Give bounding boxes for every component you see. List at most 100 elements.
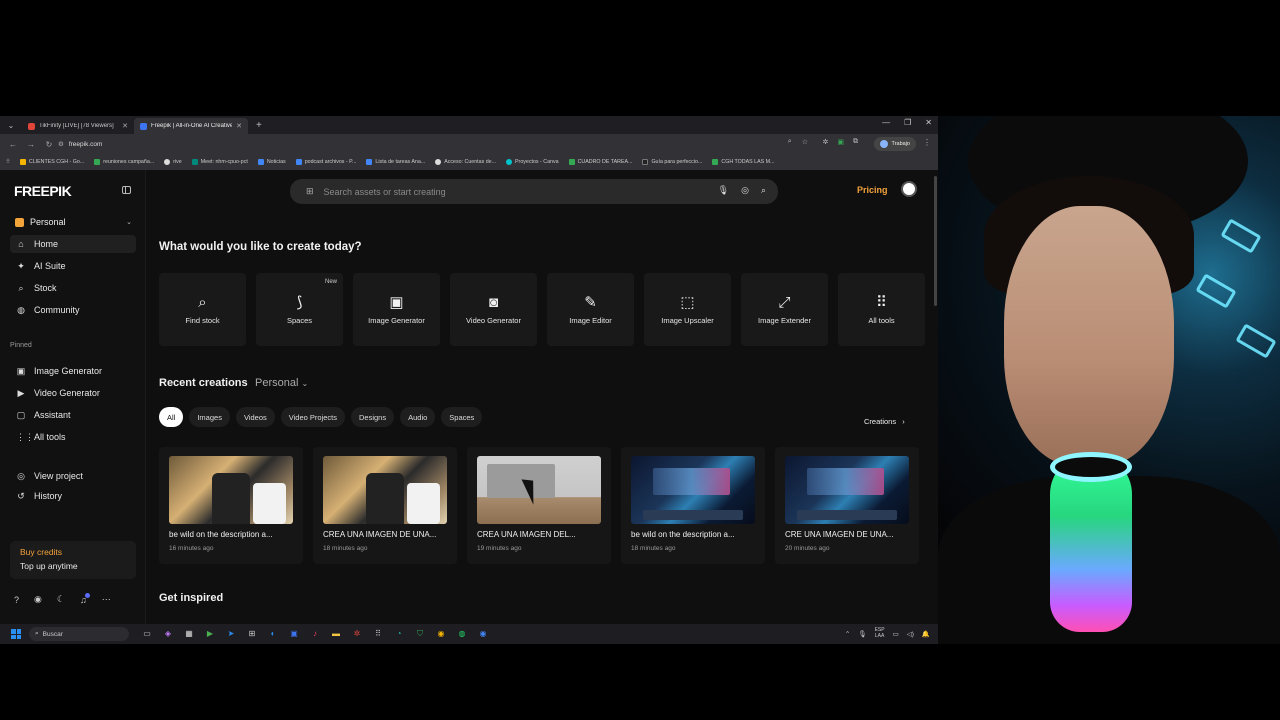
- bookmark-item[interactable]: Noticias: [257, 159, 286, 165]
- app-icon[interactable]: ◐: [267, 629, 279, 639]
- sidebar-item-history[interactable]: ↺ History: [10, 487, 136, 505]
- tool-image-extender[interactable]: ⤢ Image Extender: [741, 273, 828, 346]
- creation-card[interactable]: CREA UNA IMAGEN DEL... 19 minutes ago: [467, 447, 611, 564]
- app-icon[interactable]: ✲: [351, 629, 363, 639]
- sidebar-item-ai-suite[interactable]: ✦ AI Suite: [10, 257, 136, 275]
- bookmark-item[interactable]: Lista de tareas Ana...: [366, 159, 425, 165]
- recent-scope-dropdown[interactable]: Personal ⌄: [255, 377, 308, 389]
- tool-image-editor[interactable]: ✎ Image Editor: [547, 273, 634, 346]
- tool-find-stock[interactable]: ⌕ Find stock: [159, 273, 246, 346]
- volume-icon[interactable]: ◁): [907, 630, 914, 638]
- puzzle-icon[interactable]: ⧉: [853, 138, 858, 146]
- microphone-icon[interactable]: 🎙: [718, 185, 729, 196]
- back-icon[interactable]: ←: [8, 140, 18, 149]
- creation-thumbnail[interactable]: [631, 456, 755, 524]
- creation-thumbnail[interactable]: [477, 456, 601, 524]
- buy-credits-card[interactable]: Buy credits Top up anytime: [10, 541, 136, 579]
- windows-start-icon[interactable]: [11, 629, 21, 639]
- notification-bell-icon[interactable]: 🔔: [922, 630, 930, 638]
- tool-all-tools[interactable]: ⠿ All tools: [838, 273, 925, 346]
- camera-icon[interactable]: ◎: [741, 185, 749, 196]
- tab-search-icon[interactable]: ⌄: [4, 118, 18, 132]
- language-indicator[interactable]: ESP LAA: [875, 627, 885, 639]
- workspace-selector[interactable]: Personal ⌄: [10, 213, 136, 231]
- creation-thumbnail[interactable]: [323, 456, 447, 524]
- filter-designs[interactable]: Designs: [350, 407, 395, 427]
- notifications-bell-icon[interactable]: ♫: [80, 592, 90, 605]
- shield-icon[interactable]: ⛉: [414, 629, 426, 639]
- app-icon[interactable]: ⊞: [246, 629, 258, 639]
- sidebar-item-image-generator[interactable]: ▣ Image Generator: [10, 362, 136, 380]
- copilot-icon[interactable]: ◈: [162, 629, 174, 639]
- app-icon[interactable]: ◔: [393, 629, 405, 639]
- discord-icon[interactable]: ◉: [34, 594, 42, 605]
- bookmark-item[interactable]: CLIENTES CGH - Go...: [19, 159, 84, 165]
- sidebar-item-view-project[interactable]: ◎ View project: [10, 467, 136, 485]
- whatsapp-icon[interactable]: ◍: [456, 629, 468, 639]
- filter-audio[interactable]: Audio: [400, 407, 436, 427]
- bookmark-item[interactable]: CGH TODAS LAS M...: [712, 159, 774, 165]
- more-options-icon[interactable]: ⋯: [102, 594, 111, 605]
- pricing-link[interactable]: Pricing: [857, 185, 888, 195]
- tool-video-generator[interactable]: ◙ Video Generator: [450, 273, 537, 346]
- forward-icon[interactable]: →: [26, 140, 36, 149]
- apps-grid-icon[interactable]: ⠿: [6, 159, 10, 165]
- creation-card[interactable]: be wild on the description a... 18 minut…: [621, 447, 765, 564]
- close-tab-icon[interactable]: ✕: [236, 122, 242, 130]
- filter-images[interactable]: Images: [189, 407, 230, 427]
- minimize-icon[interactable]: —: [882, 118, 890, 127]
- close-window-icon[interactable]: ✕: [925, 118, 932, 127]
- reload-icon[interactable]: ↻: [44, 140, 54, 149]
- zoom-icon[interactable]: ⌕: [788, 138, 792, 146]
- network-icon[interactable]: ▭: [893, 630, 899, 638]
- sidebar-item-all-tools[interactable]: ⋮⋮ All tools: [10, 428, 136, 446]
- extension-icon[interactable]: ▣: [837, 138, 844, 146]
- grid-app-icon[interactable]: ⠿: [372, 629, 384, 639]
- sidebar-item-video-generator[interactable]: ▶ Video Generator: [10, 384, 136, 402]
- close-tab-icon[interactable]: ✕: [122, 122, 128, 130]
- filter-all[interactable]: All: [159, 407, 184, 427]
- bookmark-item[interactable]: Meet: nhm-cpuo-pct: [191, 159, 248, 165]
- folder-icon[interactable]: ▬: [330, 629, 342, 639]
- bookmark-item[interactable]: Proyectos - Canva: [506, 159, 559, 165]
- site-info-icon[interactable]: ⚙: [58, 140, 64, 148]
- tray-expand-icon[interactable]: ⌃: [845, 630, 850, 638]
- creation-thumbnail[interactable]: [785, 456, 909, 524]
- user-avatar[interactable]: [901, 181, 917, 197]
- freepik-logo[interactable]: FREEPIK: [14, 183, 72, 199]
- collapse-sidebar-icon[interactable]: [122, 186, 131, 194]
- profile-button[interactable]: Trabajo: [873, 137, 916, 151]
- chrome-icon[interactable]: ◉: [477, 629, 489, 639]
- bookmark-item[interactable]: CUADRO DE TAREA...: [568, 159, 632, 165]
- scrollbar[interactable]: [934, 176, 937, 306]
- tool-image-upscaler[interactable]: ⬚ Image Upscaler: [644, 273, 731, 346]
- taskbar-search[interactable]: ⌕ Buscar: [29, 627, 129, 641]
- app-icon[interactable]: ➤: [225, 629, 237, 639]
- bookmark-item[interactable]: podcast archivos - P...: [295, 159, 356, 165]
- tab-freepik[interactable]: Freepik | All-in-One AI Creative ✕: [134, 118, 248, 134]
- creation-card[interactable]: be wild on the description a... 16 minut…: [159, 447, 303, 564]
- filter-spaces[interactable]: Spaces: [441, 407, 483, 427]
- bookmark-item[interactable]: rive: [164, 159, 182, 165]
- bookmark-star-icon[interactable]: ☆: [802, 138, 808, 146]
- creation-card[interactable]: CRE UNA IMAGEN DE UNA... 20 minutes ago: [775, 447, 919, 564]
- bookmark-item[interactable]: reuniones campaña...: [94, 159, 154, 165]
- tool-spaces[interactable]: New ⟆ Spaces: [256, 273, 343, 346]
- tool-image-generator[interactable]: ▣ Image Generator: [353, 273, 440, 346]
- creation-card[interactable]: CREA UNA IMAGEN DE UNA... 18 minutes ago: [313, 447, 457, 564]
- search-bar[interactable]: ⊞ Search assets or start creating 🎙 ◎ ⌕: [290, 179, 778, 204]
- url-field[interactable]: ⚙ freepik.com: [58, 137, 828, 151]
- store-icon[interactable]: ▦: [183, 629, 195, 639]
- creations-link[interactable]: Creations ›: [864, 417, 905, 426]
- help-icon[interactable]: ?: [14, 595, 19, 605]
- app-icon[interactable]: ▣: [288, 629, 300, 639]
- browser-menu-icon[interactable]: ⋮: [923, 138, 931, 147]
- sidebar-item-stock[interactable]: ⌕ Stock: [10, 279, 136, 297]
- sidebar-item-community[interactable]: ◍ Community: [10, 301, 136, 319]
- extension-icon[interactable]: ✲: [823, 138, 829, 146]
- new-tab-icon[interactable]: +: [256, 120, 262, 131]
- sidebar-item-home[interactable]: ⌂ Home: [10, 235, 136, 253]
- chrome-icon[interactable]: ◉: [435, 629, 447, 639]
- sidebar-item-assistant[interactable]: ▢ Assistant: [10, 406, 136, 424]
- media-icon[interactable]: ▶: [204, 629, 216, 639]
